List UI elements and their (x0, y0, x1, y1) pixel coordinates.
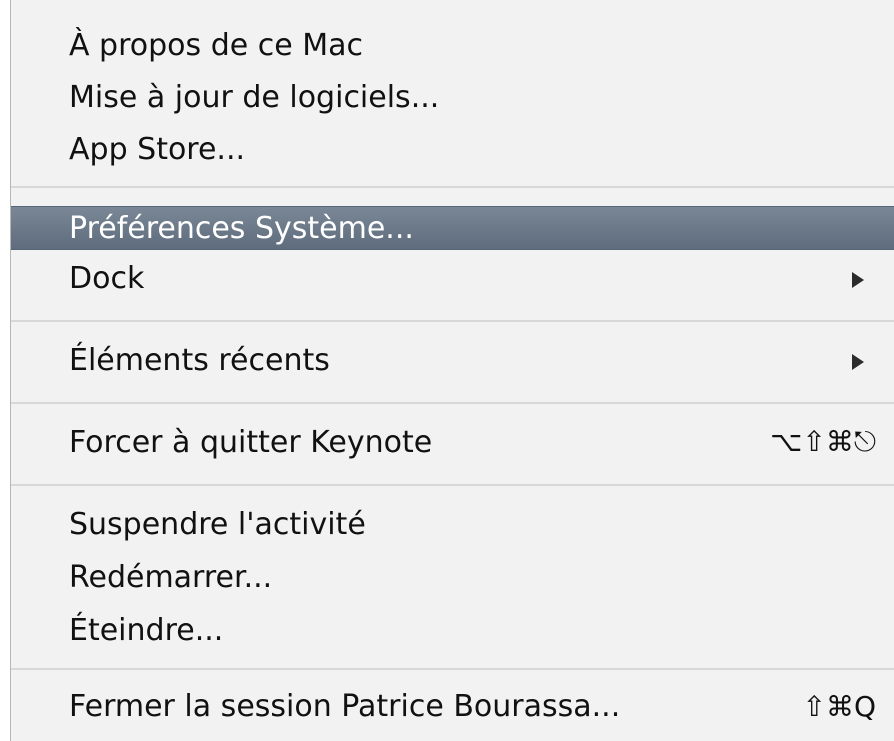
menu-item-log-out[interactable]: Fermer la session Patrice Bourassa... ⇧⌘… (11, 684, 894, 728)
menu-item-label: Fermer la session Patrice Bourassa... (69, 688, 621, 724)
menu-item-software-update[interactable]: Mise à jour de logiciels... (11, 75, 894, 119)
apple-menu: À propos de ce Mac Mise à jour de logici… (10, 0, 894, 741)
menu-separator (11, 402, 894, 404)
menu-item-label: Éteindre... (69, 612, 224, 648)
menu-item-recent-items[interactable]: Éléments récents (11, 338, 894, 382)
menu-item-label: Éléments récents (69, 342, 330, 378)
menu-item-label: Mise à jour de logiciels... (69, 79, 440, 115)
menu-item-label: Forcer à quitter Keynote (69, 424, 433, 460)
menu-separator (11, 320, 894, 322)
menu-item-force-quit[interactable]: Forcer à quitter Keynote ⌥⇧⌘⎋ (11, 420, 894, 464)
menu-separator (11, 186, 894, 188)
menu-item-restart[interactable]: Redémarrer... (11, 555, 894, 599)
menu-item-label: App Store... (69, 131, 246, 167)
menu-item-sleep[interactable]: Suspendre l'activité (11, 502, 894, 546)
force-quit-shortcut: ⌥⇧⌘⎋ (770, 425, 876, 458)
submenu-arrow-icon (852, 344, 876, 377)
menu-separator (11, 668, 894, 670)
menu-item-label: À propos de ce Mac (69, 27, 363, 63)
menu-item-about-this-mac[interactable]: À propos de ce Mac (11, 23, 894, 67)
menu-item-label: Suspendre l'activité (69, 506, 366, 542)
menu-separator (11, 484, 894, 486)
menu-item-dock[interactable]: Dock (11, 256, 894, 300)
log-out-shortcut: ⇧⌘Q (802, 689, 877, 723)
menu-item-label: Préférences Système... (69, 210, 414, 246)
menu-item-app-store[interactable]: App Store... (11, 127, 894, 171)
menu-item-label: Dock (69, 260, 145, 296)
menu-item-shut-down[interactable]: Éteindre... (11, 608, 894, 652)
menu-item-system-preferences[interactable]: Préférences Système... (11, 206, 894, 250)
menu-item-label: Redémarrer... (69, 559, 273, 595)
submenu-arrow-icon (852, 262, 876, 295)
